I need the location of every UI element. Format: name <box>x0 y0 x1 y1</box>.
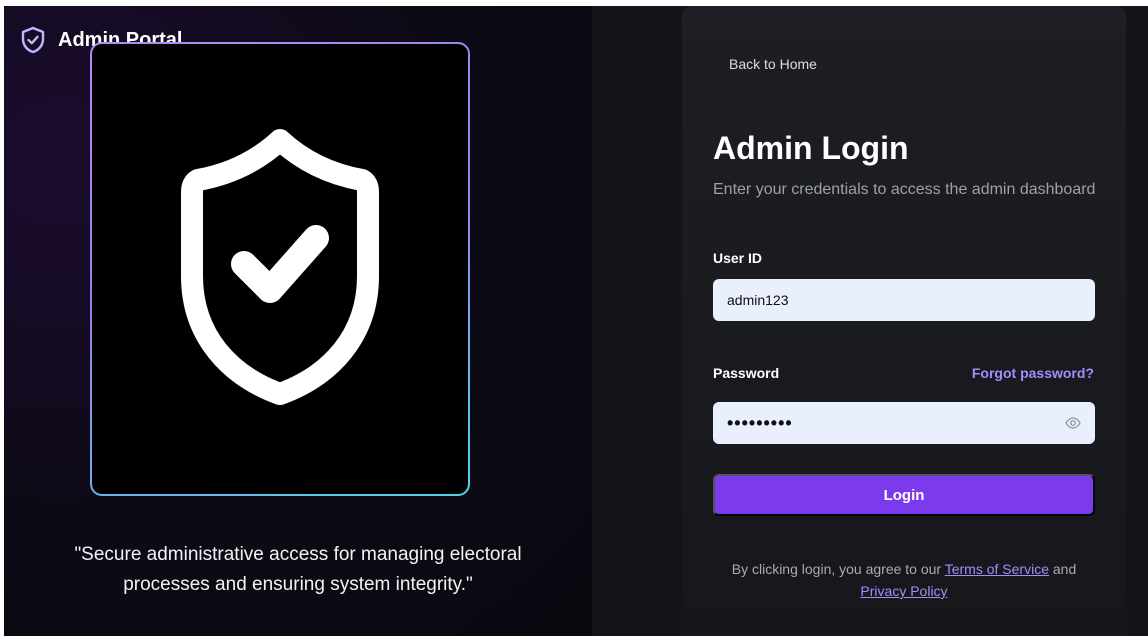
hero-quote: "Secure administrative access for managi… <box>74 544 522 595</box>
password-label: Password <box>713 365 780 381</box>
hero-panel: Admin Portal "Secure administrative acce… <box>4 6 592 636</box>
password-value: ••••••••• <box>727 412 793 433</box>
shield-card-inner <box>92 44 468 494</box>
login-button[interactable]: Login <box>713 474 1095 516</box>
terms-and: and <box>1052 561 1077 577</box>
shield-check-icon <box>181 129 379 405</box>
password-input[interactable]: ••••••••• <box>713 402 1095 444</box>
terms-prefix: By clicking login, you agree to our <box>731 561 942 577</box>
eye-icon[interactable] <box>1065 415 1081 431</box>
terms-of-service-link[interactable]: Terms of Service <box>945 561 1049 577</box>
page-title: Admin Login <box>713 130 909 166</box>
privacy-policy-link[interactable]: Privacy Policy <box>860 583 947 599</box>
user-id-input[interactable]: admin123 <box>713 279 1095 321</box>
login-card <box>682 6 1126 636</box>
back-to-home-link[interactable]: Back to Home <box>729 56 817 72</box>
forgot-password-link[interactable]: Forgot password? <box>972 365 1094 381</box>
shield-check-icon <box>21 26 45 54</box>
terms-text: By clicking login, you agree to our Term… <box>713 558 1095 602</box>
shield-card <box>90 42 470 496</box>
user-id-label: User ID <box>713 250 763 266</box>
page-subtitle: Enter your credentials to access the adm… <box>713 181 1096 198</box>
user-id-value: admin123 <box>727 292 789 308</box>
page: Admin Portal "Secure administrative acce… <box>0 0 1148 636</box>
